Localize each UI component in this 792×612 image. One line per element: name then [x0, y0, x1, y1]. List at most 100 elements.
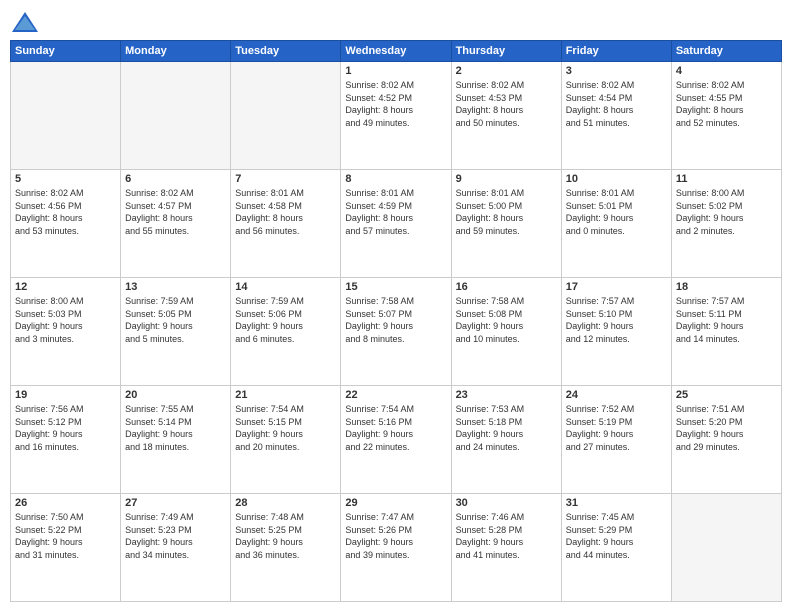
- day-info: Sunrise: 7:57 AMSunset: 5:11 PMDaylight:…: [676, 295, 777, 345]
- day-info: Sunrise: 8:02 AMSunset: 4:57 PMDaylight:…: [125, 187, 226, 237]
- day-info: Sunrise: 7:54 AMSunset: 5:16 PMDaylight:…: [345, 403, 446, 453]
- calendar-table: SundayMondayTuesdayWednesdayThursdayFrid…: [10, 40, 782, 602]
- calendar-row-2: 12 Sunrise: 8:00 AMSunset: 5:03 PMDayligh…: [11, 278, 782, 386]
- day-number: 4: [676, 65, 777, 77]
- col-header-thursday: Thursday: [451, 41, 561, 62]
- day-number: 10: [566, 173, 667, 185]
- day-info: Sunrise: 8:02 AMSunset: 4:53 PMDaylight:…: [456, 79, 557, 129]
- day-number: 11: [676, 173, 777, 185]
- calendar-row-4: 26Sunrise: 7:50 AMSunset: 5:22 PMDayligh…: [11, 494, 782, 602]
- day-number: 9: [456, 173, 557, 185]
- day-info: Sunrise: 7:53 AMSunset: 5:18 PMDaylight:…: [456, 403, 557, 453]
- day-info: Sunrise: 8:01 AMSunset: 4:58 PMDaylight:…: [235, 187, 336, 237]
- day-number: 13: [125, 281, 226, 293]
- day-number: 18: [676, 281, 777, 293]
- col-header-monday: Monday: [121, 41, 231, 62]
- day-info: Sunrise: 7:59 AMSunset: 5:06 PMDaylight:…: [235, 295, 336, 345]
- day-number: 26: [15, 497, 116, 509]
- day-info: Sunrise: 8:02 AMSunset: 4:56 PMDaylight:…: [15, 187, 116, 237]
- header: [10, 10, 782, 34]
- day-number: 28: [235, 497, 336, 509]
- day-number: 25: [676, 389, 777, 401]
- day-number: 24: [566, 389, 667, 401]
- calendar-cell: 16 Sunrise: 7:58 AMSunset: 5:08 PMDayligh…: [451, 278, 561, 386]
- day-info: Sunrise: 7:56 AMSunset: 5:12 PMDaylight:…: [15, 403, 116, 453]
- day-info: Sunrise: 7:48 AMSunset: 5:25 PMDaylight:…: [235, 511, 336, 561]
- page: SundayMondayTuesdayWednesdayThursdayFrid…: [0, 0, 792, 612]
- calendar-cell: 10 Sunrise: 8:01 AMSunset: 5:01 PMDayligh…: [561, 170, 671, 278]
- col-header-saturday: Saturday: [671, 41, 781, 62]
- day-number: 17: [566, 281, 667, 293]
- day-number: 21: [235, 389, 336, 401]
- col-header-tuesday: Tuesday: [231, 41, 341, 62]
- day-number: 15: [345, 281, 446, 293]
- calendar-cell: 3 Sunrise: 8:02 AMSunset: 4:54 PMDaylight…: [561, 62, 671, 170]
- day-number: 22: [345, 389, 446, 401]
- calendar-cell: 9 Sunrise: 8:01 AMSunset: 5:00 PMDaylight…: [451, 170, 561, 278]
- calendar-cell: 26Sunrise: 7:50 AMSunset: 5:22 PMDayligh…: [11, 494, 121, 602]
- day-info: Sunrise: 8:01 AMSunset: 4:59 PMDaylight:…: [345, 187, 446, 237]
- day-info: Sunrise: 7:55 AMSunset: 5:14 PMDaylight:…: [125, 403, 226, 453]
- col-header-wednesday: Wednesday: [341, 41, 451, 62]
- calendar-header-row: SundayMondayTuesdayWednesdayThursdayFrid…: [11, 41, 782, 62]
- col-header-friday: Friday: [561, 41, 671, 62]
- calendar-cell: 23Sunrise: 7:53 AMSunset: 5:18 PMDayligh…: [451, 386, 561, 494]
- calendar-cell: 5Sunrise: 8:02 AMSunset: 4:56 PMDaylight…: [11, 170, 121, 278]
- day-number: 20: [125, 389, 226, 401]
- day-info: Sunrise: 7:49 AMSunset: 5:23 PMDaylight:…: [125, 511, 226, 561]
- day-number: 27: [125, 497, 226, 509]
- day-info: Sunrise: 8:00 AMSunset: 5:02 PMDaylight:…: [676, 187, 777, 237]
- calendar-cell: 20 Sunrise: 7:55 AMSunset: 5:14 PMDayligh…: [121, 386, 231, 494]
- day-info: Sunrise: 8:01 AMSunset: 5:01 PMDaylight:…: [566, 187, 667, 237]
- day-info: Sunrise: 7:58 AMSunset: 5:07 PMDaylight:…: [345, 295, 446, 345]
- day-number: 3: [566, 65, 667, 77]
- day-number: 31: [566, 497, 667, 509]
- calendar-cell: 12 Sunrise: 8:00 AMSunset: 5:03 PMDayligh…: [11, 278, 121, 386]
- calendar-cell: 21 Sunrise: 7:54 AMSunset: 5:15 PMDayligh…: [231, 386, 341, 494]
- calendar-cell: 6 Sunrise: 8:02 AMSunset: 4:57 PMDaylight…: [121, 170, 231, 278]
- calendar-cell: [231, 62, 341, 170]
- calendar-cell: 27 Sunrise: 7:49 AMSunset: 5:23 PMDayligh…: [121, 494, 231, 602]
- day-number: 6: [125, 173, 226, 185]
- calendar-cell: 29Sunrise: 7:47 AMSunset: 5:26 PMDayligh…: [341, 494, 451, 602]
- day-number: 8: [345, 173, 446, 185]
- calendar-row-0: 1 Sunrise: 8:02 AMSunset: 4:52 PMDaylight…: [11, 62, 782, 170]
- calendar-cell: 22 Sunrise: 7:54 AMSunset: 5:16 PMDayligh…: [341, 386, 451, 494]
- day-number: 16: [456, 281, 557, 293]
- calendar-cell: 8 Sunrise: 8:01 AMSunset: 4:59 PMDaylight…: [341, 170, 451, 278]
- calendar-cell: 17 Sunrise: 7:57 AMSunset: 5:10 PMDayligh…: [561, 278, 671, 386]
- day-number: 12: [15, 281, 116, 293]
- day-info: Sunrise: 7:46 AMSunset: 5:28 PMDaylight:…: [456, 511, 557, 561]
- calendar-cell: [671, 494, 781, 602]
- calendar-cell: 30Sunrise: 7:46 AMSunset: 5:28 PMDayligh…: [451, 494, 561, 602]
- day-number: 2: [456, 65, 557, 77]
- calendar-cell: [11, 62, 121, 170]
- calendar-cell: [121, 62, 231, 170]
- calendar-cell: 18 Sunrise: 7:57 AMSunset: 5:11 PMDayligh…: [671, 278, 781, 386]
- calendar-cell: 24Sunrise: 7:52 AMSunset: 5:19 PMDayligh…: [561, 386, 671, 494]
- calendar-cell: 25Sunrise: 7:51 AMSunset: 5:20 PMDayligh…: [671, 386, 781, 494]
- calendar-row-1: 5Sunrise: 8:02 AMSunset: 4:56 PMDaylight…: [11, 170, 782, 278]
- logo-icon: [10, 10, 40, 34]
- day-number: 14: [235, 281, 336, 293]
- day-info: Sunrise: 7:59 AMSunset: 5:05 PMDaylight:…: [125, 295, 226, 345]
- calendar-cell: 28 Sunrise: 7:48 AMSunset: 5:25 PMDayligh…: [231, 494, 341, 602]
- day-number: 1: [345, 65, 446, 77]
- day-info: Sunrise: 8:01 AMSunset: 5:00 PMDaylight:…: [456, 187, 557, 237]
- day-number: 29: [345, 497, 446, 509]
- day-number: 7: [235, 173, 336, 185]
- day-info: Sunrise: 8:02 AMSunset: 4:55 PMDaylight:…: [676, 79, 777, 129]
- day-number: 19: [15, 389, 116, 401]
- day-info: Sunrise: 8:02 AMSunset: 4:52 PMDaylight:…: [345, 79, 446, 129]
- day-info: Sunrise: 7:45 AMSunset: 5:29 PMDaylight:…: [566, 511, 667, 561]
- day-info: Sunrise: 7:57 AMSunset: 5:10 PMDaylight:…: [566, 295, 667, 345]
- calendar-cell: 2 Sunrise: 8:02 AMSunset: 4:53 PMDaylight…: [451, 62, 561, 170]
- day-info: Sunrise: 8:00 AMSunset: 5:03 PMDaylight:…: [15, 295, 116, 345]
- calendar-cell: 4 Sunrise: 8:02 AMSunset: 4:55 PMDaylight…: [671, 62, 781, 170]
- day-info: Sunrise: 7:58 AMSunset: 5:08 PMDaylight:…: [456, 295, 557, 345]
- calendar-cell: 31 Sunrise: 7:45 AMSunset: 5:29 PMDayligh…: [561, 494, 671, 602]
- calendar-cell: 13 Sunrise: 7:59 AMSunset: 5:05 PMDayligh…: [121, 278, 231, 386]
- col-header-sunday: Sunday: [11, 41, 121, 62]
- day-info: Sunrise: 7:54 AMSunset: 5:15 PMDaylight:…: [235, 403, 336, 453]
- day-info: Sunrise: 8:02 AMSunset: 4:54 PMDaylight:…: [566, 79, 667, 129]
